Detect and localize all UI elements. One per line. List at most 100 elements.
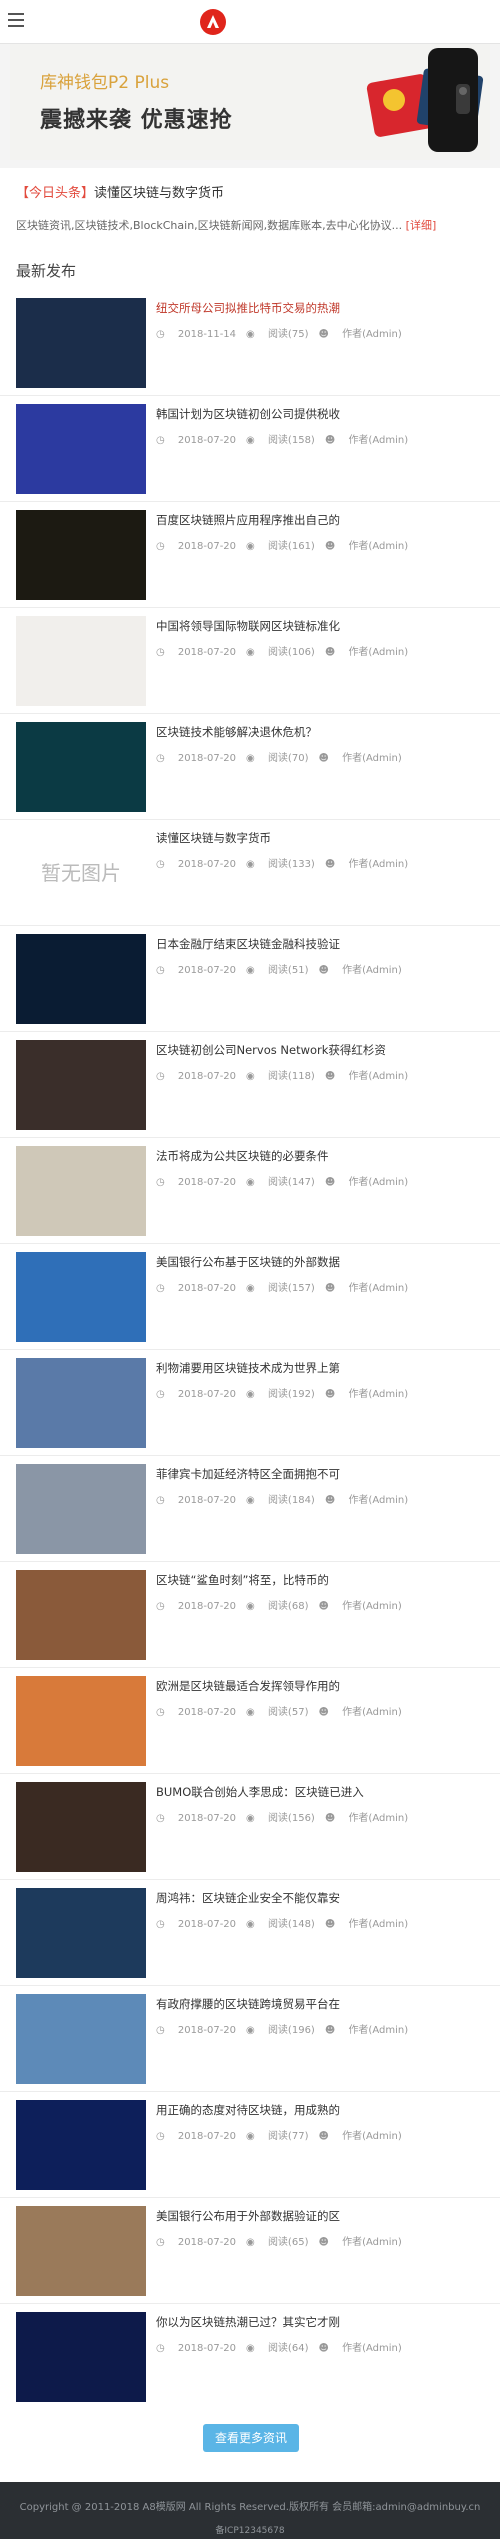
list-item[interactable]: 有政府撑腰的区块链跨境贸易平台在 ◷ 2018-07-20 ◉ 阅读(196) ☻ 作… (0, 1986, 500, 2092)
article-title[interactable]: 日本金融厅结束区块链金融科技验证 (156, 936, 488, 952)
user-icon: ☻ (324, 1495, 339, 1506)
article-title[interactable]: 纽交所母公司拟推比特币交易的热潮 (156, 300, 488, 316)
article-views: 阅读(57) (267, 1707, 309, 1718)
article-thumbnail[interactable] (16, 1994, 146, 2084)
user-icon: ☻ (318, 2237, 333, 2248)
article-thumbnail[interactable] (16, 510, 146, 600)
hamburger-icon[interactable] (8, 13, 24, 27)
article-thumbnail[interactable] (16, 1570, 146, 1660)
user-icon: ☻ (324, 1813, 339, 1824)
clock-icon: ◷ (156, 541, 168, 552)
article-thumbnail[interactable] (16, 616, 146, 706)
footer: Copyright @ 2011-2018 A8模版网 All Rights R… (0, 2482, 500, 2539)
article-thumbnail[interactable] (16, 2206, 146, 2296)
article-title[interactable]: 中国将领导国际物联网区块链标准化 (156, 618, 488, 634)
list-item[interactable]: BUMO联合创始人李思成：区块链已进入 ◷ 2018-07-20 ◉ 阅读(156)… (0, 1774, 500, 1880)
footer-copyright: Copyright @ 2011-2018 A8模版网 All Rights R… (19, 2502, 481, 2513)
list-item[interactable]: 区块链技术能够解决退休危机？ ◷ 2018-07-20 ◉ 阅读(70) ☻ 作者(A… (0, 714, 500, 820)
article-date: 2018-07-20 (177, 859, 237, 870)
load-more-button[interactable]: 查看更多资讯 (203, 2424, 299, 2452)
list-item[interactable]: 韩国计划为区块链初创公司提供税收 ◷ 2018-07-20 ◉ 阅读(158) ☻ 作… (0, 396, 500, 502)
list-item[interactable]: 中国将领导国际物联网区块链标准化 ◷ 2018-07-20 ◉ 阅读(106) ☻ 作… (0, 608, 500, 714)
clock-icon: ◷ (156, 435, 168, 446)
article-meta: ◷ 2018-07-20 ◉ 阅读(118) ☻ 作者(Admin) (156, 1067, 418, 1082)
user-icon: ☻ (318, 753, 333, 764)
article-title[interactable]: 美国银行公布用于外部数据验证的区 (156, 2208, 488, 2224)
article-author: 作者(Admin) (342, 1601, 402, 1612)
article-thumbnail[interactable] (16, 1252, 146, 1342)
article-thumbnail[interactable] (16, 934, 146, 1024)
list-item[interactable]: 用正确的态度对待区块链，用成熟的 ◷ 2018-07-20 ◉ 阅读(77) ☻ 作者… (0, 2092, 500, 2198)
article-meta: ◷ 2018-07-20 ◉ 阅读(106) ☻ 作者(Admin) (156, 643, 418, 658)
article-title[interactable]: 有政府撑腰的区块链跨境贸易平台在 (156, 1996, 488, 2012)
article-title[interactable]: 用正确的态度对待区块链，用成熟的 (156, 2102, 488, 2118)
banner-title: 库神钱包P2 Plus (40, 73, 170, 93)
thumbnail-placeholder-text: 暂无图片 (41, 861, 121, 885)
article-views: 阅读(75) (267, 329, 309, 340)
headline-title[interactable]: 【今日头条】读懂区块链与数字货币 (16, 182, 484, 201)
eye-icon: ◉ (246, 541, 258, 552)
eye-icon: ◉ (246, 1601, 258, 1612)
list-item[interactable]: 周鸿祎：区块链企业安全不能仅靠安 ◷ 2018-07-20 ◉ 阅读(148) ☻ 作… (0, 1880, 500, 1986)
article-thumbnail[interactable] (16, 2312, 146, 2402)
clock-icon: ◷ (156, 1389, 168, 1400)
article-title[interactable]: 区块链技术能够解决退休危机？ (156, 724, 488, 740)
article-thumbnail[interactable] (16, 298, 146, 388)
list-item[interactable]: 法币将成为公共区块链的必要条件 ◷ 2018-07-20 ◉ 阅读(147) ☻ 作者… (0, 1138, 500, 1244)
clock-icon: ◷ (156, 1919, 168, 1930)
headline-block[interactable]: 【今日头条】读懂区块链与数字货币 区块链资讯,区块链技术,BlockChain,… (0, 168, 500, 250)
promo-banner[interactable]: 库神钱包P2 Plus 震撼来袭 优惠速抢 (10, 44, 490, 160)
list-item[interactable]: 菲律宾卡加延经济特区全面拥抱不可 ◷ 2018-07-20 ◉ 阅读(184) ☻ 作… (0, 1456, 500, 1562)
eye-icon: ◉ (246, 1389, 258, 1400)
list-item[interactable]: 欧洲是区块链最适合发挥领导作用的 ◷ 2018-07-20 ◉ 阅读(57) ☻ 作者… (0, 1668, 500, 1774)
eye-icon: ◉ (246, 2237, 258, 2248)
list-item[interactable]: 美国银行公布用于外部数据验证的区 ◷ 2018-07-20 ◉ 阅读(65) ☻ 作者… (0, 2198, 500, 2304)
article-meta: ◷ 2018-07-20 ◉ 阅读(147) ☻ 作者(Admin) (156, 1173, 418, 1188)
list-item[interactable]: 你以为区块链热潮已过？其实它才刚 ◷ 2018-07-20 ◉ 阅读(64) ☻ 作者… (0, 2304, 500, 2410)
article-title[interactable]: 法币将成为公共区块链的必要条件 (156, 1148, 488, 1164)
article-thumbnail[interactable] (16, 722, 146, 812)
clock-icon: ◷ (156, 2025, 168, 2036)
article-thumbnail[interactable] (16, 1358, 146, 1448)
list-item[interactable]: 百度区块链照片应用程序推出自己的 ◷ 2018-07-20 ◉ 阅读(161) ☻ 作… (0, 502, 500, 608)
article-title[interactable]: 你以为区块链热潮已过？其实它才刚 (156, 2314, 488, 2330)
list-item[interactable]: 美国银行公布基于区块链的外部数据 ◷ 2018-07-20 ◉ 阅读(157) ☻ 作… (0, 1244, 500, 1350)
article-views: 阅读(158) (267, 435, 315, 446)
article-thumbnail[interactable] (16, 404, 146, 494)
article-thumbnail[interactable] (16, 1676, 146, 1766)
list-item[interactable]: 暂无图片 读懂区块链与数字货币 ◷ 2018-07-20 ◉ 阅读(133) ☻ 作者(… (0, 820, 500, 926)
article-thumbnail[interactable]: 暂无图片 (16, 828, 146, 918)
brand-logo-icon[interactable] (199, 8, 227, 36)
eye-icon: ◉ (246, 1919, 258, 1930)
more-wrap: 查看更多资讯 (0, 2402, 500, 2482)
article-title[interactable]: 区块链“鲨鱼时刻”将至，比特币的 (156, 1572, 488, 1588)
article-title[interactable]: 周鸿祎：区块链企业安全不能仅靠安 (156, 1890, 488, 1906)
list-item[interactable]: 利物浦要用区块链技术成为世界上第 ◷ 2018-07-20 ◉ 阅读(192) ☻ 作… (0, 1350, 500, 1456)
article-title[interactable]: 美国银行公布基于区块链的外部数据 (156, 1254, 488, 1270)
article-author: 作者(Admin) (348, 1919, 409, 1930)
article-thumbnail[interactable] (16, 1040, 146, 1130)
list-item[interactable]: 纽交所母公司拟推比特币交易的热潮 ◷ 2018-11-14 ◉ 阅读(75) ☻ 作者… (0, 290, 500, 396)
headline-more-link[interactable]: [详细] (406, 219, 437, 232)
article-thumbnail[interactable] (16, 2100, 146, 2190)
list-item[interactable]: 区块链初创公司Nervos Network获得红杉资 ◷ 2018-07-20 ◉ … (0, 1032, 500, 1138)
list-item[interactable]: 区块链“鲨鱼时刻”将至，比特币的 ◷ 2018-07-20 ◉ 阅读(68) ☻ 作者… (0, 1562, 500, 1668)
article-title[interactable]: 百度区块链照片应用程序推出自己的 (156, 512, 488, 528)
list-item[interactable]: 日本金融厅结束区块链金融科技验证 ◷ 2018-07-20 ◉ 阅读(51) ☻ 作者… (0, 926, 500, 1032)
article-date: 2018-07-20 (177, 1919, 237, 1930)
article-thumbnail[interactable] (16, 1146, 146, 1236)
article-thumbnail[interactable] (16, 1888, 146, 1978)
article-title[interactable]: 欧洲是区块链最适合发挥领导作用的 (156, 1678, 488, 1694)
article-title[interactable]: 菲律宾卡加延经济特区全面拥抱不可 (156, 1466, 488, 1482)
article-title[interactable]: 利物浦要用区块链技术成为世界上第 (156, 1360, 488, 1376)
user-icon: ☻ (324, 2025, 339, 2036)
eye-icon: ◉ (246, 1707, 258, 1718)
article-title[interactable]: 读懂区块链与数字货币 (156, 830, 488, 846)
article-meta: ◷ 2018-07-20 ◉ 阅读(65) ☻ 作者(Admin) (156, 2233, 412, 2248)
article-thumbnail[interactable] (16, 1782, 146, 1872)
article-thumbnail[interactable] (16, 1464, 146, 1554)
article-title[interactable]: 区块链初创公司Nervos Network获得红杉资 (156, 1042, 488, 1058)
article-views: 阅读(70) (267, 753, 309, 764)
article-title[interactable]: BUMO联合创始人李思成：区块链已进入 (156, 1784, 488, 1800)
article-title[interactable]: 韩国计划为区块链初创公司提供税收 (156, 406, 488, 422)
